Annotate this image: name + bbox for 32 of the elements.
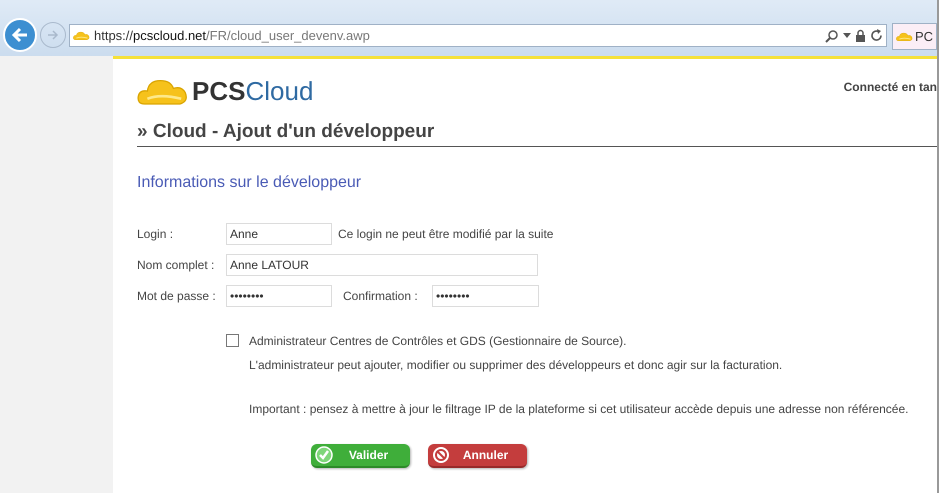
page-title: » Cloud - Ajout d'un développeur <box>137 120 937 147</box>
field-note: Ce login ne peut être modifié par la suite <box>338 226 554 243</box>
confirmation-field[interactable]: •••••••• <box>432 284 539 307</box>
back-arrow-icon <box>10 25 30 45</box>
site-icon <box>73 30 90 41</box>
url-text: https://pcscloud.net/FR/cloud_user_devenv.awp <box>94 26 371 45</box>
browser-tab[interactable]: PC <box>892 23 937 50</box>
checkbox-description: L'administrateur peut ajouter, modifier ou supprimer des développeurs et donc agir sur la facturation. <box>249 356 784 374</box>
address-bar[interactable]: https://pcscloud.net/FR/cloud_user_devenv.awp <box>69 24 887 47</box>
password-field[interactable]: •••••••• <box>226 284 332 307</box>
notice-text: Important : pensez à mettre à jour le filtrage IP de la plateforme si cet utilisateur accède depuis une adresse non référencée. <box>249 400 908 418</box>
logo-text: PCSCloud <box>192 78 314 104</box>
lock-icon <box>855 29 866 42</box>
refresh-icon[interactable] <box>870 29 883 42</box>
checkbox[interactable] <box>226 334 239 347</box>
section-title: Informations sur le développeur <box>137 172 362 193</box>
prohibited-icon <box>432 446 450 464</box>
connection-status: Connecté en tan <box>844 79 937 96</box>
cancel-button[interactable]: Annuler <box>428 444 527 468</box>
back-button[interactable] <box>3 18 37 52</box>
login-field[interactable]: Anne <box>226 222 332 245</box>
search-icon[interactable] <box>825 28 839 42</box>
field-label: Mot de passe : <box>137 288 217 305</box>
site-icon <box>896 31 913 42</box>
forward-arrow-icon <box>46 28 60 42</box>
field-label: Login : <box>137 226 174 243</box>
field-label: Nom complet : <box>137 256 216 274</box>
checkbox-label: Administrateur Centres de Contrôles et GDS (Gestionnaire de Source). <box>249 332 628 350</box>
check-icon <box>315 446 333 464</box>
field-label: Confirmation : <box>343 288 419 305</box>
full-name-field[interactable]: Anne LATOUR <box>226 254 538 276</box>
caret-icon[interactable] <box>843 32 851 38</box>
